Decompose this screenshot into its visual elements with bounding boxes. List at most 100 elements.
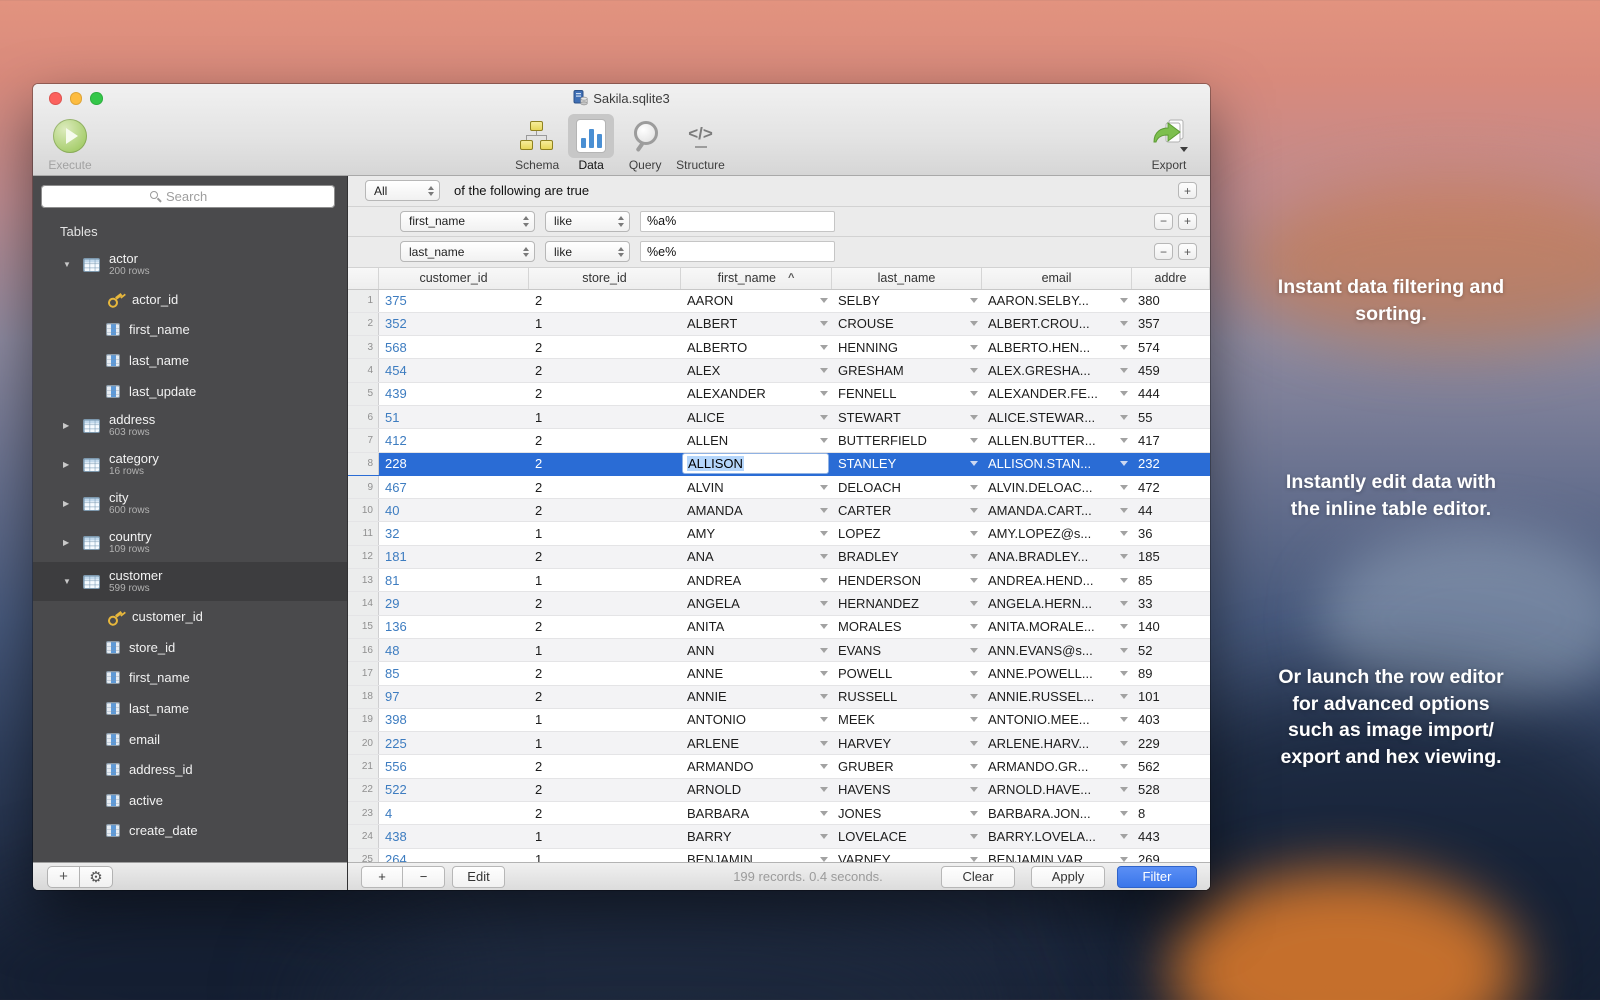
table-row[interactable]: 25 264 1 BENJAMIN VARNEY BENJAMIN.VAR...… [348,849,1210,862]
cell-dropdown-icon[interactable] [820,485,828,490]
remove-rule-button[interactable]: − [1154,213,1173,230]
sidebar-column-item[interactable]: store_id [33,632,347,663]
cell-dropdown-icon[interactable] [820,508,828,513]
sidebar-table-item[interactable]: ▶ city 600 rows [33,484,347,523]
disclosure-triangle-icon[interactable]: ▶ [63,499,74,508]
cell-dropdown-icon[interactable] [1120,671,1128,676]
cell-dropdown-icon[interactable] [970,485,978,490]
table-row[interactable]: 8 228 2 ALLISON STANLEY ALLISON.STAN... … [348,453,1210,476]
sidebar-table-item[interactable]: ▶ address 603 rows [33,406,347,445]
cell-dropdown-icon[interactable] [1120,508,1128,513]
cell-dropdown-icon[interactable] [1120,438,1128,443]
table-row[interactable]: 14 29 2 ANGELA HERNANDEZ ANGELA.HERN... … [348,592,1210,615]
table-row[interactable]: 18 97 2 ANNIE RUSSELL ANNIE.RUSSEL... 10… [348,686,1210,709]
cell-dropdown-icon[interactable] [820,671,828,676]
add-rule-button[interactable]: + [1178,243,1197,260]
cell-dropdown-icon[interactable] [970,438,978,443]
cell-dropdown-icon[interactable] [970,624,978,629]
column-header-first-name[interactable]: first_name ^ [681,268,832,289]
table-row[interactable]: 1 375 2 AARON SELBY AARON.SELBY... 380 [348,290,1210,313]
cell-dropdown-icon[interactable] [970,648,978,653]
match-selector[interactable]: All [365,180,440,201]
disclosure-triangle-icon[interactable]: ▶ [63,421,74,430]
sidebar-column-item[interactable]: active [33,785,347,816]
cell-dropdown-icon[interactable] [1120,578,1128,583]
disclosure-triangle-icon[interactable]: ▶ [63,538,74,547]
cell-dropdown-icon[interactable] [970,787,978,792]
filter-operator-select[interactable]: like [545,241,630,262]
cell-dropdown-icon[interactable] [820,345,828,350]
cell-dropdown-icon[interactable] [1120,834,1128,839]
filter-value-input[interactable] [640,241,835,262]
cell-dropdown-icon[interactable] [1120,531,1128,536]
cell-dropdown-icon[interactable] [1120,764,1128,769]
inline-cell-editor[interactable]: ALLISON [682,453,829,474]
table-row[interactable]: 17 85 2 ANNE POWELL ANNE.POWELL... 89 [348,662,1210,685]
add-rule-button[interactable]: + [1178,213,1197,230]
sidebar-column-item[interactable]: first_name [33,315,347,346]
gear-icon[interactable]: ⚙ [80,866,113,888]
structure-tab[interactable]: </> Structure [676,114,725,172]
cell-dropdown-icon[interactable] [970,461,978,466]
cell-dropdown-icon[interactable] [970,531,978,536]
cell-dropdown-icon[interactable] [970,391,978,396]
table-row[interactable]: 22 522 2 ARNOLD HAVENS ARNOLD.HAVE... 52… [348,779,1210,802]
cell-dropdown-icon[interactable] [1120,811,1128,816]
cell-dropdown-icon[interactable] [820,554,828,559]
filter-column-select[interactable]: first_name [400,211,535,232]
cell-dropdown-icon[interactable] [1120,601,1128,606]
disclosure-triangle-icon[interactable]: ▼ [63,577,74,586]
cell-dropdown-icon[interactable] [820,648,828,653]
table-row[interactable]: 15 136 2 ANITA MORALES ANITA.MORALE... 1… [348,616,1210,639]
filter-button[interactable]: Filter [1117,866,1197,888]
cell-dropdown-icon[interactable] [970,811,978,816]
remove-rule-button[interactable]: − [1154,243,1173,260]
cell-dropdown-icon[interactable] [1120,391,1128,396]
filter-operator-select[interactable]: like [545,211,630,232]
sidebar-column-item[interactable]: create_date [33,816,347,847]
cell-dropdown-icon[interactable] [820,741,828,746]
sidebar-column-item[interactable]: address_id [33,754,347,785]
cell-dropdown-icon[interactable] [970,298,978,303]
table-row[interactable]: 16 48 1 ANN EVANS ANN.EVANS@s... 52 [348,639,1210,662]
execute-button[interactable]: Execute [47,114,93,172]
sidebar-table-item[interactable]: ▶ country 109 rows [33,523,347,562]
cell-dropdown-icon[interactable] [970,345,978,350]
cell-dropdown-icon[interactable] [1120,345,1128,350]
table-row[interactable]: 11 32 1 AMY LOPEZ AMY.LOPEZ@s... 36 [348,522,1210,545]
cell-dropdown-icon[interactable] [970,694,978,699]
cell-dropdown-icon[interactable] [1120,624,1128,629]
add-row-button[interactable]: + [361,866,403,888]
cell-dropdown-icon[interactable] [820,368,828,373]
cell-dropdown-icon[interactable] [970,508,978,513]
table-row[interactable]: 21 556 2 ARMANDO GRUBER ARMANDO.GR... 56… [348,755,1210,778]
cell-dropdown-icon[interactable] [820,601,828,606]
column-header-customer-id[interactable]: customer_id [379,268,529,289]
table-row[interactable]: 5 439 2 ALEXANDER FENNELL ALEXANDER.FE..… [348,383,1210,406]
filter-column-select[interactable]: last_name [400,241,535,262]
cell-dropdown-icon[interactable] [1120,554,1128,559]
cell-dropdown-icon[interactable] [1120,857,1128,862]
cell-dropdown-icon[interactable] [970,857,978,862]
cell-dropdown-icon[interactable] [820,321,828,326]
add-rule-button[interactable]: + [1178,182,1197,199]
column-header-address-id[interactable]: addre [1132,268,1210,289]
table-row[interactable]: 3 568 2 ALBERTO HENNING ALBERTO.HEN... 5… [348,336,1210,359]
table-row[interactable]: 13 81 1 ANDREA HENDERSON ANDREA.HEND... … [348,569,1210,592]
export-button[interactable]: Export [1146,114,1192,172]
cell-dropdown-icon[interactable] [820,438,828,443]
cell-dropdown-icon[interactable] [970,415,978,420]
table-row[interactable]: 4 454 2 ALEX GRESHAM ALEX.GRESHA... 459 [348,359,1210,382]
cell-dropdown-icon[interactable] [970,717,978,722]
sidebar-column-item[interactable]: first_name [33,663,347,694]
cell-dropdown-icon[interactable] [820,578,828,583]
table-row[interactable]: 19 398 1 ANTONIO MEEK ANTONIO.MEE... 403 [348,709,1210,732]
sidebar-table-item[interactable]: ▼ customer 599 rows [33,562,347,601]
add-table-button[interactable]: + [47,866,80,888]
apply-filter-button[interactable]: Apply [1031,866,1105,888]
search-input[interactable] [166,189,226,204]
cell-dropdown-icon[interactable] [970,578,978,583]
column-header-store-id[interactable]: store_id [529,268,681,289]
cell-dropdown-icon[interactable] [820,857,828,862]
cell-dropdown-icon[interactable] [970,671,978,676]
